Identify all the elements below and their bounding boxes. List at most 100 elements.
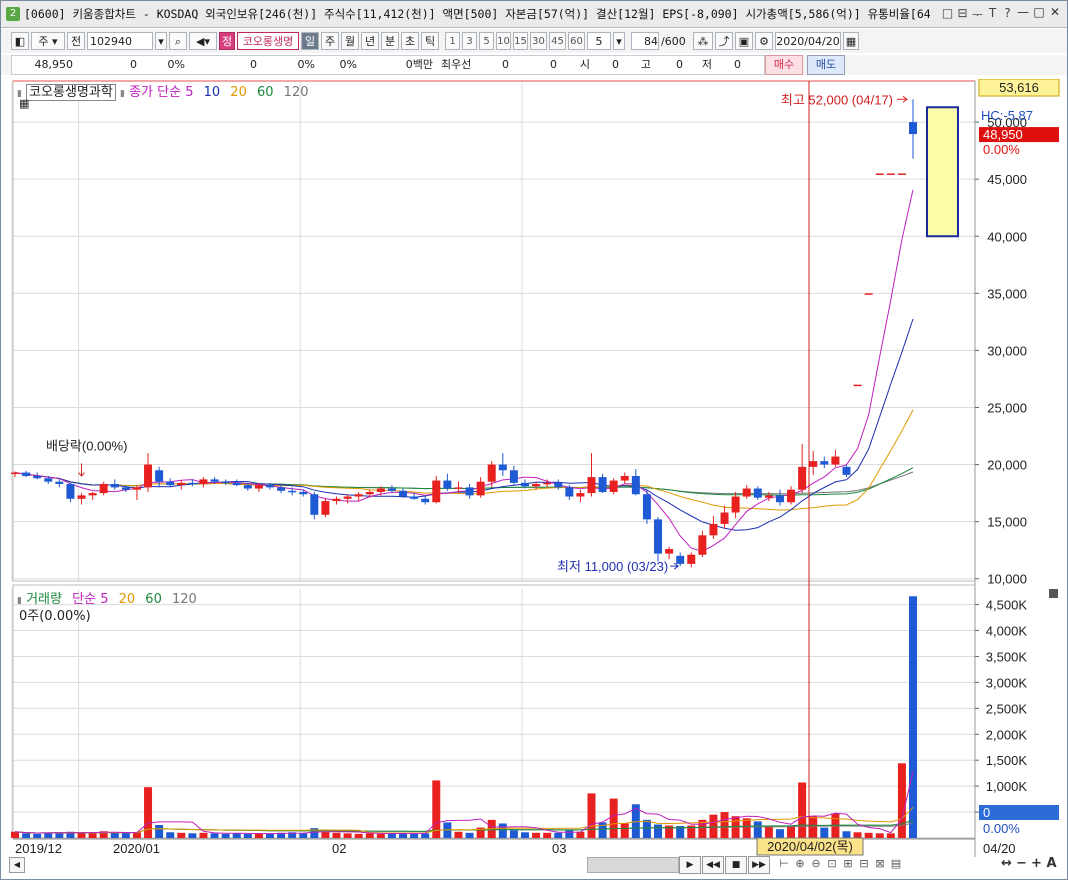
font-size-icon[interactable]: A	[1044, 856, 1059, 872]
candle-body	[909, 122, 917, 135]
period-tick-tab[interactable]: 틱	[421, 32, 439, 50]
candle-body	[620, 475, 629, 481]
volume-bar	[210, 833, 219, 838]
interval-5-button[interactable]: 5	[479, 32, 494, 50]
candle-body	[654, 519, 663, 554]
volume-bar	[642, 819, 651, 838]
period-mode-select[interactable]: 주 ▾	[31, 32, 65, 50]
legend-ma5: 5	[185, 85, 194, 100]
window-icon[interactable]: ⊞	[841, 856, 855, 872]
sell-button[interactable]: 매도	[807, 55, 845, 75]
candle-body	[875, 173, 884, 175]
price-tick-label: 25,000	[987, 400, 1027, 415]
help-icon[interactable]: ?	[1000, 6, 1015, 23]
layout-icon[interactable]: ⊟	[955, 6, 970, 23]
date-axis-label: 2020/01	[113, 841, 160, 856]
pin-icon[interactable]: ᅮ	[970, 6, 985, 23]
settings-gear-icon[interactable]: ⚙	[755, 32, 773, 50]
indicator-icon[interactable]: ⁂	[693, 32, 713, 50]
volume-bar	[77, 832, 86, 838]
period-minute-tab[interactable]: 분	[381, 32, 399, 50]
legend-ma120: 120	[283, 85, 309, 100]
scale-plus-icon[interactable]: +	[1029, 856, 1044, 872]
play-icon[interactable]: ▶	[679, 856, 701, 874]
search-icon[interactable]: ⌕	[169, 32, 187, 50]
scale-narrow-icon[interactable]: ↔	[999, 856, 1014, 872]
code-dropdown-icon[interactable]: ▾	[155, 32, 167, 50]
zoom-in-icon[interactable]: ⊕	[793, 856, 807, 872]
period-week-tab[interactable]: 주	[321, 32, 339, 50]
interval-60-button[interactable]: 60	[568, 32, 585, 50]
restore-icon[interactable]: □	[940, 6, 955, 23]
calculator-icon[interactable]: ▦	[19, 97, 29, 110]
range-slider-icon[interactable]: ⊢	[777, 856, 791, 872]
candle-body	[121, 487, 130, 490]
stop-icon[interactable]: ■	[725, 856, 747, 874]
volume-bar	[764, 826, 773, 838]
volume-bar	[532, 832, 541, 838]
interval-dropdown-icon[interactable]: ▾	[613, 32, 625, 50]
tool-icon[interactable]: ⊟	[857, 856, 871, 872]
fast-forward-icon[interactable]: ▶▶	[748, 856, 770, 874]
toolbar: ◧ 주 ▾ 전 102940 ▾ ⌕ ◀▾ 정 코오롱생명 일 주 월 년 분 …	[1, 29, 1067, 53]
volume-bar	[853, 832, 862, 838]
last-price-pct: 0.00%	[983, 142, 1020, 157]
stock-code-input[interactable]: 102940	[87, 32, 153, 50]
volume-bar	[199, 832, 208, 838]
interval-1-button[interactable]: 1	[445, 32, 460, 50]
candle-body	[465, 487, 474, 496]
buy-button[interactable]: 매수	[765, 55, 803, 75]
candle-body	[631, 475, 640, 495]
interval-45-button[interactable]: 45	[549, 32, 566, 50]
maximize-button[interactable]: □	[1031, 5, 1047, 19]
hatch-icon[interactable]: ▤	[889, 856, 903, 872]
candle-body	[354, 494, 363, 497]
period-day-tab[interactable]: 일	[301, 32, 319, 50]
volume-grid	[11, 589, 975, 838]
volume-bar	[365, 833, 374, 838]
candle-body	[698, 535, 707, 555]
minimize-button[interactable]: —	[1015, 5, 1031, 19]
quote-value1: 0	[250, 58, 257, 71]
interval-input[interactable]: 5	[587, 32, 611, 50]
volume-bar	[864, 832, 873, 838]
scroll-left-icon[interactable]: ◀	[9, 857, 25, 873]
volume-bar	[332, 832, 341, 838]
period-year-tab[interactable]: 년	[361, 32, 379, 50]
volume-bar	[132, 832, 141, 838]
grid-icon[interactable]: ⊠	[873, 856, 887, 872]
date-input[interactable]: 2020/04/20	[775, 32, 841, 50]
zoom-out-icon[interactable]: ⊖	[809, 856, 823, 872]
volume-bar	[886, 833, 895, 838]
prev-button[interactable]: 전	[67, 32, 85, 50]
drawing-icon[interactable]: ⤴	[715, 32, 733, 50]
low-annotation: 최저 11,000 (03/23)	[557, 559, 668, 574]
rewind-icon[interactable]: ◀◀	[702, 856, 724, 874]
interval-30-button[interactable]: 30	[530, 32, 547, 50]
date-axis-label: 04/20	[983, 841, 1016, 856]
scale-minus-icon[interactable]: −	[1014, 856, 1029, 872]
close-button[interactable]: ✕	[1047, 5, 1063, 19]
period-second-tab[interactable]: 초	[401, 32, 419, 50]
copy-icon[interactable]: ⊡	[825, 856, 839, 872]
chart-scrollbar[interactable]	[587, 857, 679, 873]
font-icon[interactable]: T	[985, 6, 1000, 23]
legend-stock-name[interactable]: 코오롱생명과학	[26, 84, 116, 101]
interval-15-button[interactable]: 15	[513, 32, 528, 50]
chart-area[interactable]: 10,000 15,000 20,000 25,000 30,000 35,000 40,0…	[1, 79, 1067, 857]
calendar-icon[interactable]: ▦	[843, 32, 859, 50]
legend-ma20: 20	[230, 85, 247, 100]
volume-bar	[576, 831, 585, 838]
save-icon[interactable]: ▣	[735, 32, 753, 50]
candle-body	[399, 490, 408, 497]
price-tick-label: 10,000	[987, 572, 1027, 587]
candle-body	[820, 461, 829, 465]
interval-3-button[interactable]: 3	[462, 32, 477, 50]
layout-toggle-icon[interactable]: ◧	[11, 32, 29, 50]
quote-price: 48,950	[34, 58, 74, 71]
period-month-tab[interactable]: 월	[341, 32, 359, 50]
candle-body	[853, 384, 862, 387]
display-count-input[interactable]: 84	[631, 32, 659, 50]
sound-icon[interactable]: ◀▾	[189, 32, 217, 50]
interval-10-button[interactable]: 10	[496, 32, 511, 50]
